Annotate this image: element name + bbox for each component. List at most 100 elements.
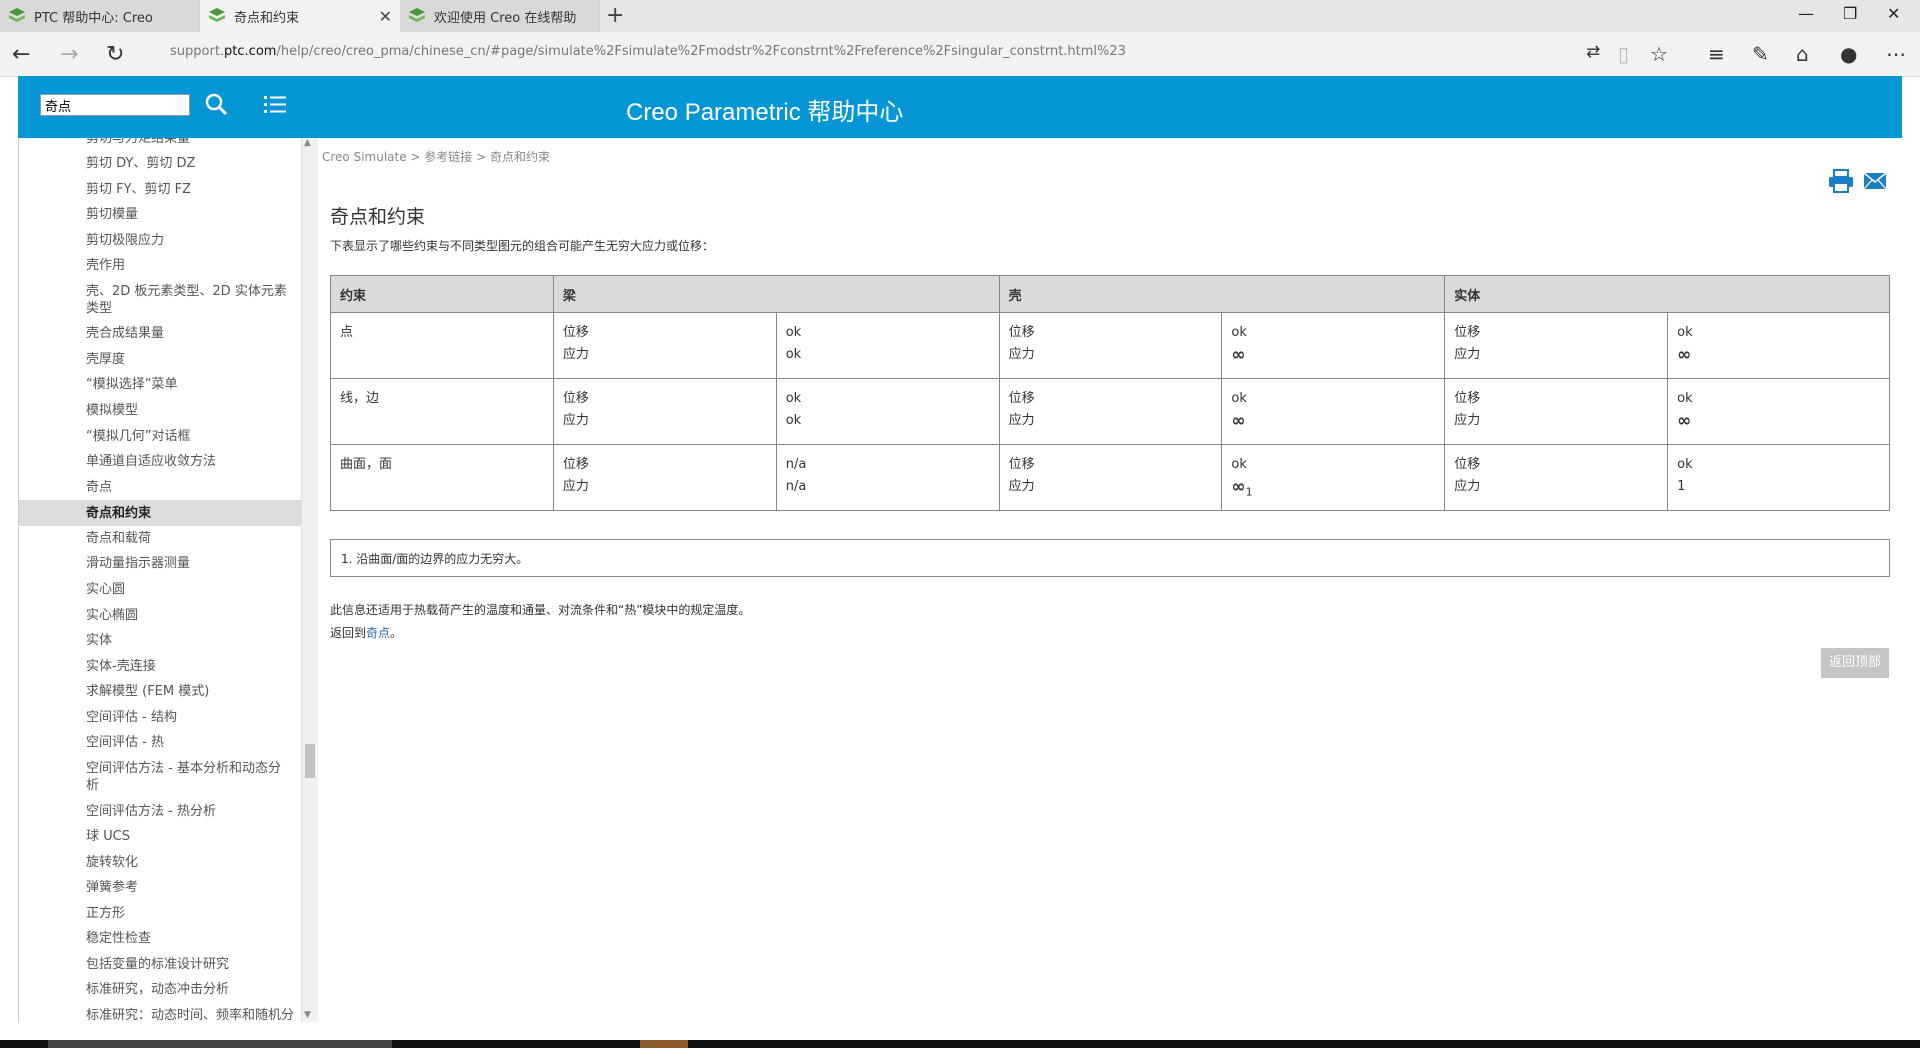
- toc-item[interactable]: 空间评估 - 结构: [19, 709, 301, 726]
- toc-item[interactable]: 稳定性检查: [19, 930, 301, 947]
- toc-item[interactable]: 剪切与力矩结果量: [19, 138, 301, 147]
- translate-icon[interactable]: ⇄: [1586, 42, 1600, 62]
- toc-item[interactable]: 壳厚度: [19, 351, 301, 368]
- url-prefix: support.: [170, 44, 225, 59]
- return-link[interactable]: 奇点: [366, 626, 390, 640]
- toc-item[interactable]: 奇点: [19, 479, 301, 496]
- toc-item[interactable]: 球 UCS: [19, 828, 301, 845]
- toc-item[interactable]: 旋转软化: [19, 854, 301, 871]
- toc-item[interactable]: 弹簧参考: [19, 879, 301, 896]
- toc-item[interactable]: 壳作用: [19, 257, 301, 274]
- column-header: 实体: [1444, 275, 1890, 313]
- toc-item[interactable]: 剪切模量: [19, 206, 301, 223]
- table-cell: n/a n/a: [775, 444, 1000, 511]
- search-icon[interactable]: [202, 90, 232, 120]
- cell-line: ok: [1677, 391, 1693, 406]
- close-tab-icon[interactable]: ✕: [379, 7, 392, 26]
- cell-line: 位移: [1008, 457, 1035, 472]
- tab-title: 奇点和约束: [234, 10, 300, 26]
- table-cell: 位移 应力: [552, 378, 777, 445]
- toc-item[interactable]: 包括变量的标准设计研究: [19, 956, 301, 973]
- cell-line: 1: [1677, 479, 1686, 494]
- return-line: 返回到奇点。: [330, 624, 402, 641]
- table-cell: ok ∞: [1667, 312, 1890, 379]
- toc-item[interactable]: 标准研究，动态冲击分析: [19, 981, 301, 998]
- cell-line: 位移: [1008, 325, 1035, 340]
- note-text: 此信息还适用于热载荷产生的温度和通量、对流条件和“热”模块中的规定温度。: [330, 603, 751, 617]
- sidebar-scrollbar[interactable]: [301, 138, 318, 1022]
- toc-item[interactable]: “模拟选择”菜单: [19, 376, 301, 393]
- table-row: 线，边 位移 应力 ok ok 位移 应力 ok ∞ 位移 应力 ok ∞: [330, 378, 1890, 445]
- cell-line: ok: [1677, 457, 1693, 472]
- cell-line: 应力: [562, 413, 589, 428]
- table-row: 点 位移 应力 ok ok 位移 应力 ok ∞ 位移 应力 ok ∞: [330, 312, 1890, 379]
- scroll-down-icon[interactable]: ▼: [304, 1010, 311, 1020]
- share-icon[interactable]: ⌂: [1796, 42, 1809, 66]
- cell-line: ok: [1231, 391, 1247, 406]
- cell-line: ok: [785, 391, 802, 406]
- cell-line: n/a: [785, 479, 807, 494]
- table-cell: ok ∞: [1667, 378, 1890, 445]
- feedback-icon[interactable]: ●: [1840, 42, 1857, 66]
- toc-item[interactable]: 实体: [19, 632, 301, 649]
- toc-item[interactable]: 空间评估方法 - 基本分析和动态分析: [19, 760, 301, 794]
- taskbar-item[interactable]: [640, 1040, 688, 1048]
- favorite-star-icon[interactable]: ☆: [1650, 42, 1668, 66]
- breadcrumb[interactable]: Creo Simulate > 参考链接 > 奇点和约束: [322, 148, 550, 165]
- reading-view-icon[interactable]: ▯: [1618, 42, 1629, 66]
- forward-arrow-icon[interactable]: →: [60, 42, 78, 67]
- toc-item[interactable]: 滑动量指示器测量: [19, 555, 301, 572]
- cell-line: 应力: [1454, 413, 1481, 428]
- toc-item[interactable]: 奇点和载荷: [19, 530, 301, 547]
- toc-item[interactable]: 剪切极限应力: [19, 232, 301, 249]
- table-cell: 点: [330, 312, 554, 379]
- back-to-top-button[interactable]: 返回顶部: [1821, 648, 1889, 678]
- search-input[interactable]: [40, 94, 190, 116]
- refresh-icon[interactable]: ↻: [106, 42, 124, 67]
- table-cell: 位移 应力: [552, 312, 777, 379]
- toc-item[interactable]: 实心椭圆: [19, 607, 301, 624]
- hub-icon[interactable]: ≡: [1708, 42, 1725, 66]
- web-note-icon[interactable]: ✎: [1752, 42, 1769, 66]
- toc-item[interactable]: 模拟模型: [19, 402, 301, 419]
- url-path: /help/creo/creo_pma/chinese_cn/#page/sim…: [276, 44, 1126, 59]
- tab-welcome[interactable]: 欢迎使用 Creo 在线帮助: [400, 0, 600, 32]
- table-header-row: 约束 梁 壳 实体: [330, 275, 1890, 313]
- toc-item-active[interactable]: 奇点和约束: [19, 500, 301, 526]
- toc-item[interactable]: 剪切 DY、剪切 DZ: [19, 155, 301, 172]
- tab-singularity[interactable]: 奇点和约束 ✕: [200, 0, 400, 32]
- scroll-up-icon[interactable]: ▲: [304, 138, 311, 148]
- cell-line: 位移: [562, 457, 589, 472]
- toc-item[interactable]: 实体-壳连接: [19, 658, 301, 675]
- url-field[interactable]: support.ptc.com/help/creo/creo_pma/chine…: [170, 44, 1126, 59]
- table-row: 曲面，面 位移 应力 n/a n/a 位移 应力 ok ∞1 位移 应力 ok 1: [330, 444, 1890, 511]
- toc-item[interactable]: “模拟几何”对话框: [19, 428, 301, 445]
- toc-item[interactable]: 壳合成结果量: [19, 325, 301, 342]
- singularity-table: 约束 梁 壳 实体 点 位移 应力 ok ok 位移 应力 ok ∞ 位移 应力 ok ∞ …: [330, 275, 1890, 511]
- more-icon[interactable]: ⋯: [1886, 42, 1906, 66]
- toc-list-icon[interactable]: [262, 92, 288, 118]
- cell-line: 应力: [562, 479, 589, 494]
- toc-item[interactable]: 空间评估 - 热: [19, 734, 301, 751]
- new-tab-button[interactable]: +: [606, 3, 624, 28]
- cell-line: 位移: [562, 325, 589, 340]
- close-window-button[interactable]: ✕: [1887, 4, 1900, 23]
- toc-item[interactable]: 剪切 FY、剪切 FZ: [19, 181, 301, 198]
- toc-item[interactable]: 求解模型 (FEM 模式): [19, 683, 301, 700]
- back-arrow-icon[interactable]: ←: [12, 42, 30, 67]
- toc-item[interactable]: 实心圆: [19, 581, 301, 598]
- toc-item[interactable]: 单通道自适应收敛方法: [19, 453, 301, 470]
- toc-item[interactable]: 壳、2D 板元素类型、2D 实体元素类型: [19, 283, 301, 317]
- toc-item[interactable]: 正方形: [19, 905, 301, 922]
- cell-line: ok: [785, 413, 802, 428]
- table-cell: 位移 应力: [1444, 444, 1669, 511]
- scrollbar-thumb[interactable]: [305, 744, 315, 778]
- minimize-button[interactable]: —: [1798, 4, 1814, 23]
- taskbar-item[interactable]: [48, 1040, 392, 1048]
- email-icon[interactable]: [1863, 172, 1887, 190]
- print-icon[interactable]: [1828, 168, 1854, 194]
- tab-ptc-help[interactable]: PTC 帮助中心: Creo: [0, 0, 200, 32]
- restore-button[interactable]: ❐: [1843, 4, 1857, 23]
- toc-item[interactable]: 标准研究：动态时间、频率和随机分: [19, 1007, 301, 1022]
- toc-item[interactable]: 空间评估方法 - 热分析: [19, 803, 301, 820]
